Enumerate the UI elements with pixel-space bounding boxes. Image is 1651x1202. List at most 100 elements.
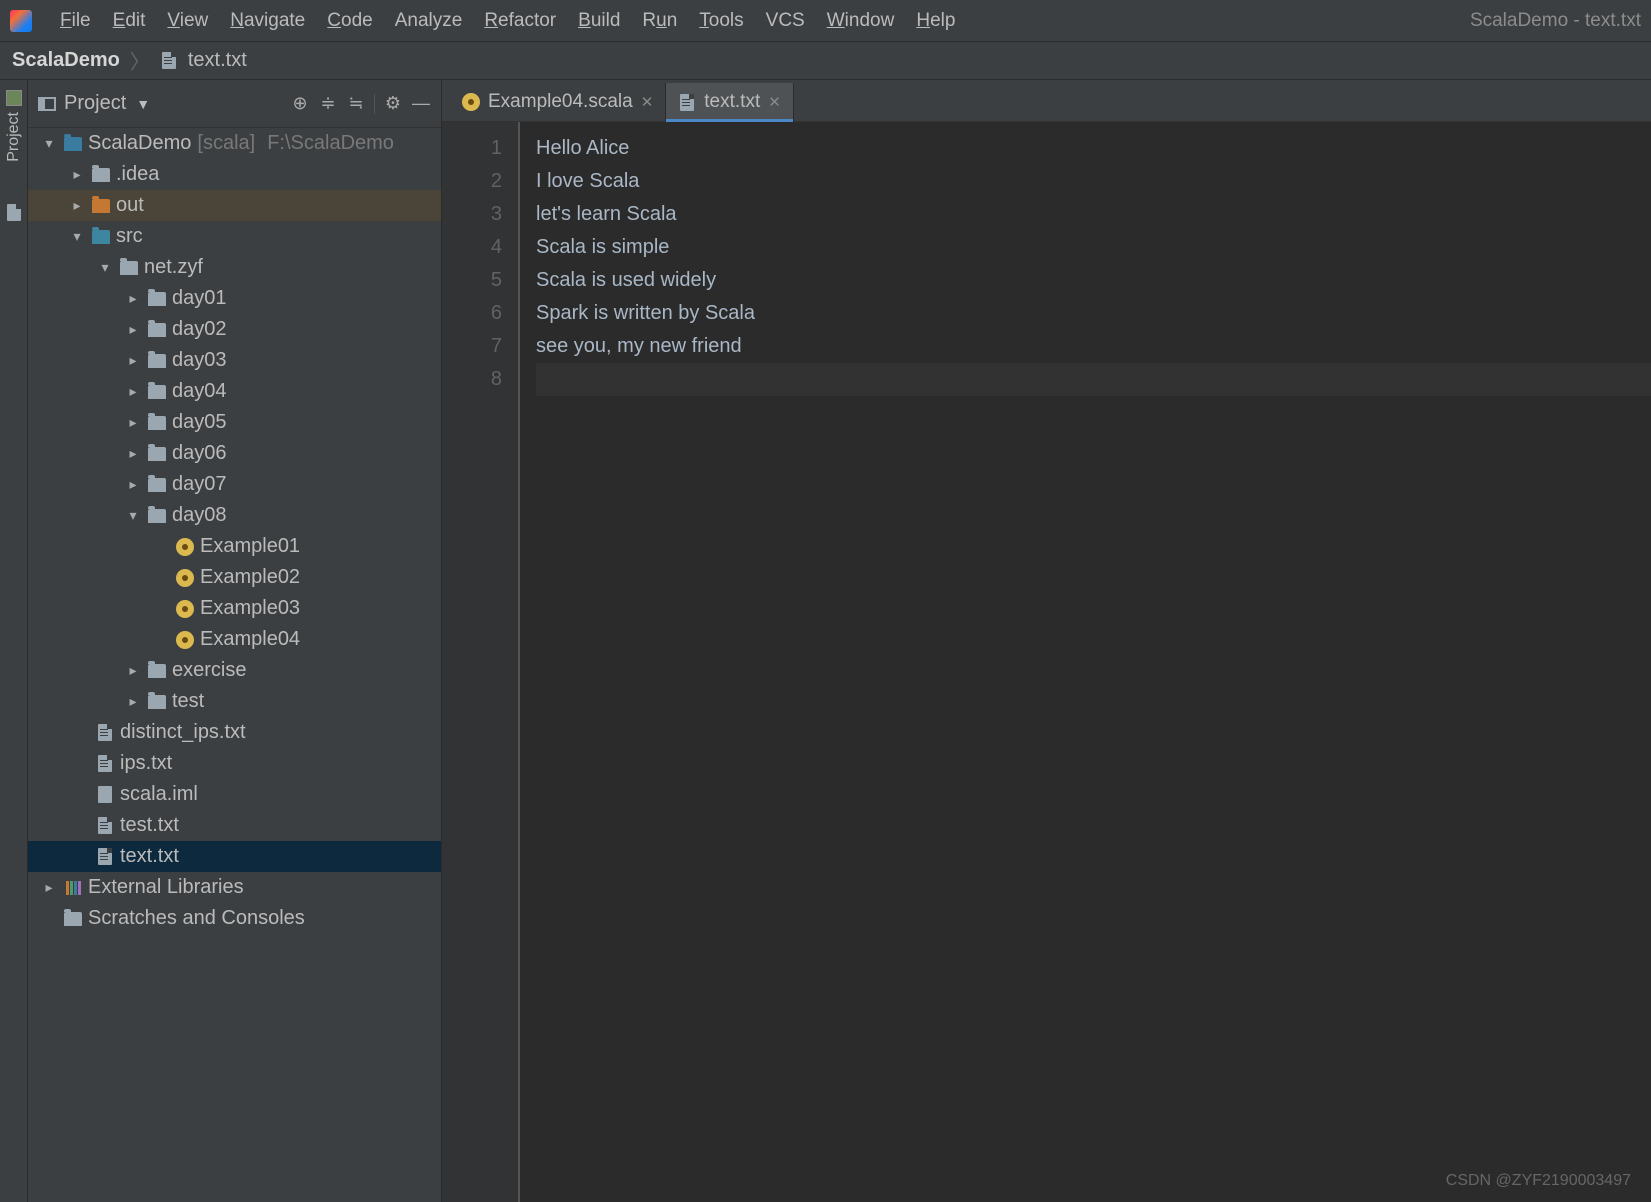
tree-scratches[interactable]: ▸Scratches and Consoles [28,903,441,934]
breadcrumb-file[interactable]: text.txt [188,49,247,72]
tool-window-bar: Project [0,80,28,1202]
menu-window[interactable]: Window [827,10,895,32]
tree-package-netzyf[interactable]: ▾ net.zyf [28,252,441,283]
folder-icon [148,476,166,494]
menu-build[interactable]: Build [578,10,620,32]
chevron-right-icon[interactable]: ▸ [124,376,142,407]
tree-file-distinct-ips[interactable]: distinct_ips.txt [28,717,441,748]
tree-file-test-txt[interactable]: test.txt [28,810,441,841]
tree-folder-day08[interactable]: ▾day08 [28,500,441,531]
hide-icon[interactable]: — [411,94,431,114]
chevron-down-icon[interactable]: ▾ [96,252,114,283]
gear-icon[interactable]: ⚙ [383,94,403,114]
chevron-right-icon[interactable]: ▸ [124,686,142,717]
tree-label: out [116,190,144,221]
chevron-down-icon[interactable]: ▾ [68,221,86,252]
menu-help[interactable]: Help [916,10,955,32]
chevron-down-icon[interactable]: ▾ [40,128,58,159]
editor-tabs: Example04.scala ✕ text.txt ✕ [442,80,1651,122]
text-file-icon [678,93,696,111]
tree-label: src [116,221,143,252]
project-tool-icon[interactable] [6,90,22,106]
tree-external-libraries[interactable]: ▸External Libraries [28,872,441,903]
tree-label: Example01 [200,531,300,562]
module-folder-icon [64,135,82,153]
tree-folder-idea[interactable]: ▸ .idea [28,159,441,190]
tab-text-txt[interactable]: text.txt ✕ [666,83,794,121]
line-gutter: 12345678 [442,122,520,1202]
tree-file-scala-iml[interactable]: scala.iml [28,779,441,810]
folder-icon [92,197,110,215]
menu-run[interactable]: Run [642,10,677,32]
tree-label: day05 [172,407,227,438]
menu-analyze[interactable]: Analyze [395,10,463,32]
panel-title[interactable]: Project [64,92,126,115]
tree-folder-day06[interactable]: ▸ day06 [28,438,441,469]
menu-tools[interactable]: Tools [699,10,743,32]
collapse-all-icon[interactable]: ≒ [346,94,366,114]
editor-area: Example04.scala ✕ text.txt ✕ 12345678 He… [442,80,1651,1202]
menu-file[interactable]: File [60,10,91,32]
iml-file-icon [96,786,114,804]
chevron-right-icon[interactable]: ▸ [124,283,142,314]
chevron-right-icon[interactable]: ▸ [124,438,142,469]
chevron-right-icon[interactable]: ▸ [124,655,142,686]
code-line: I love Scala [536,165,1651,198]
close-icon[interactable]: ✕ [768,93,781,111]
tree-folder-day07[interactable]: ▸day07 [28,469,441,500]
code-line: Scala is used widely [536,264,1651,297]
tree-folder-day01[interactable]: ▸day01 [28,283,441,314]
menu-edit[interactable]: Edit [113,10,146,32]
menu-code[interactable]: Code [327,10,372,32]
chevron-down-icon[interactable]: ▾ [124,500,142,531]
scala-object-icon [176,631,194,649]
chevron-right-icon[interactable]: ▸ [40,872,58,903]
tree-folder-src[interactable]: ▾ src [28,221,441,252]
tree-file-example02[interactable]: Example02 [28,562,441,593]
chevron-right-icon[interactable]: ▸ [124,407,142,438]
tree-label: test [172,686,204,717]
tree-label: day06 [172,438,227,469]
panel-icon [38,97,56,111]
tree-label: day02 [172,314,227,345]
tree-file-example01[interactable]: Example01 [28,531,441,562]
tree-folder-day02[interactable]: ▸ day02 [28,314,441,345]
tree-label: day03 [172,345,227,376]
locate-icon[interactable]: ⊕ [290,94,310,114]
panel-dropdown-icon[interactable]: ▼ [136,96,150,112]
tab-example04[interactable]: Example04.scala ✕ [450,83,666,121]
structure-tool-icon[interactable] [5,204,23,222]
menu-navigate[interactable]: Navigate [230,10,305,32]
tree-folder-test[interactable]: ▸ test [28,686,441,717]
menu-refactor[interactable]: Refactor [484,10,556,32]
text-file-icon [96,724,114,742]
project-tree: ▾ ScalaDemo [scala] F:\ScalaDemo ▸ .idea… [28,128,441,1202]
code-content[interactable]: Hello Alice I love Scala let's learn Sca… [520,122,1651,1202]
tree-root[interactable]: ▾ ScalaDemo [scala] F:\ScalaDemo [28,128,441,159]
chevron-right-icon[interactable]: ▸ [124,314,142,345]
menu-vcs[interactable]: VCS [766,10,805,32]
tree-folder-day05[interactable]: ▸ day05 [28,407,441,438]
tree-label: Example04 [200,624,300,655]
tree-file-example04[interactable]: Example04 [28,624,441,655]
tree-file-ips[interactable]: ips.txt [28,748,441,779]
tree-folder-day04[interactable]: ▸day04 [28,376,441,407]
scala-object-icon [176,600,194,618]
tab-label: Example04.scala [488,91,633,113]
tree-file-text-txt[interactable]: text.txt [28,841,441,872]
chevron-right-icon[interactable]: ▸ [68,190,86,221]
tree-folder-out[interactable]: ▸ out [28,190,441,221]
scala-object-icon [176,538,194,556]
breadcrumb-root[interactable]: ScalaDemo [12,49,120,72]
tree-folder-exercise[interactable]: ▸exercise [28,655,441,686]
close-icon[interactable]: ✕ [641,93,654,111]
tree-folder-day03[interactable]: ▸ day03 [28,345,441,376]
project-tab-label[interactable]: Project [5,112,23,162]
chevron-right-icon[interactable]: ▸ [124,469,142,500]
editor-body[interactable]: 12345678 Hello Alice I love Scala let's … [442,122,1651,1202]
menu-view[interactable]: View [167,10,208,32]
chevron-right-icon[interactable]: ▸ [68,159,86,190]
expand-all-icon[interactable]: ≑ [318,94,338,114]
tree-file-example03[interactable]: Example03 [28,593,441,624]
chevron-right-icon[interactable]: ▸ [124,345,142,376]
